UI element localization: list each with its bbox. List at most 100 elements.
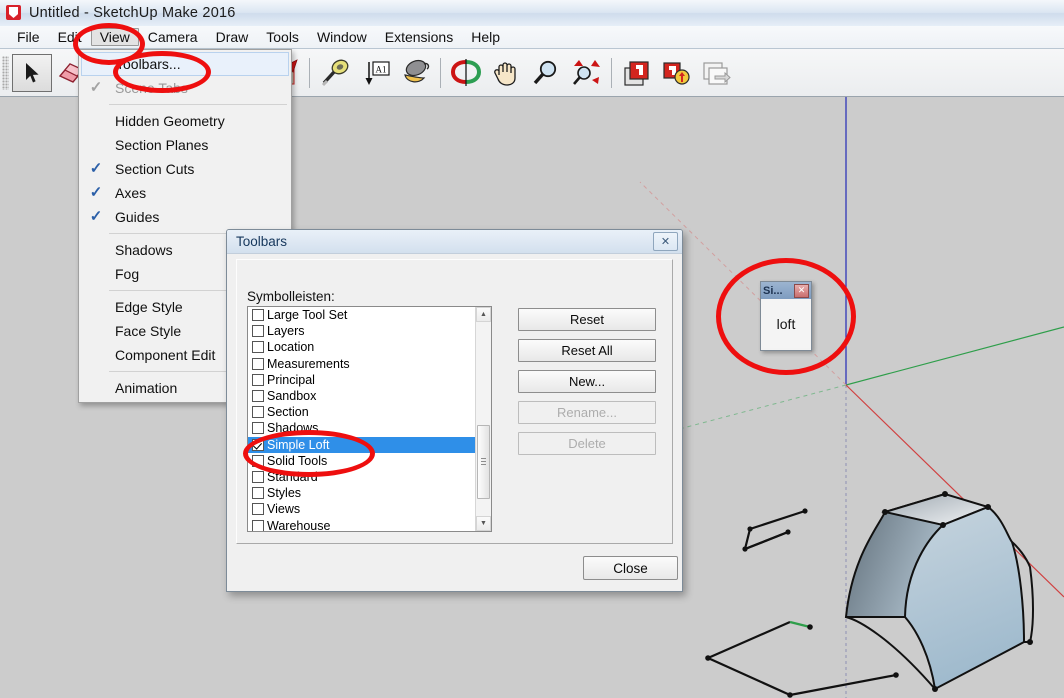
view-menu-item-label: Section Cuts xyxy=(115,161,195,177)
checkbox-icon[interactable] xyxy=(252,470,264,483)
y-axis-solid xyxy=(845,326,1064,386)
view-menu-item-label: Toolbars... xyxy=(116,56,181,72)
checkbox-icon[interactable] xyxy=(252,309,264,322)
view-menu-item-hidden-geometry[interactable]: Hidden Geometry xyxy=(79,109,291,133)
checkbox-icon[interactable] xyxy=(252,390,264,403)
checkbox-icon[interactable] xyxy=(252,422,264,435)
menu-extensions[interactable]: Extensions xyxy=(376,28,462,46)
check-icon: ✓ xyxy=(89,160,103,177)
checkbox-icon[interactable] xyxy=(252,406,264,419)
menu-help[interactable]: Help xyxy=(462,28,509,46)
lower-profile-rectangle xyxy=(707,620,897,697)
view-menu-item-section-planes[interactable]: Section Planes xyxy=(79,133,291,157)
view-menu-item-label: Scene Tabs xyxy=(115,80,188,96)
list-item[interactable]: Location xyxy=(248,339,491,355)
lower-profile-vertices xyxy=(705,624,899,698)
select-tool-button[interactable] xyxy=(12,53,52,92)
check-icon: ✓ xyxy=(89,79,103,96)
list-item[interactable]: Warehouse xyxy=(248,517,491,532)
check-icon: ✓ xyxy=(89,208,103,225)
view-menu-item-guides[interactable]: ✓ Guides xyxy=(79,205,291,229)
menu-view[interactable]: View xyxy=(90,28,139,46)
toolbar-grip[interactable] xyxy=(2,55,9,90)
share-model-button[interactable] xyxy=(657,53,697,93)
list-item[interactable]: Section xyxy=(248,404,491,420)
menu-draw[interactable]: Draw xyxy=(207,28,258,46)
simple-loft-floating-toolbar[interactable]: Si... ✕ loft xyxy=(760,281,812,351)
list-item[interactable]: Views xyxy=(248,501,491,517)
new-button[interactable]: New... xyxy=(518,370,656,393)
svg-text:A1: A1 xyxy=(376,64,387,74)
menu-file[interactable]: File xyxy=(8,28,49,46)
floating-toolbar-titlebar[interactable]: Si... ✕ xyxy=(761,282,811,299)
checkbox-icon[interactable] xyxy=(252,487,264,500)
menu-tools[interactable]: Tools xyxy=(257,28,308,46)
checkbox-icon[interactable] xyxy=(252,357,264,370)
menu-edit[interactable]: Edit xyxy=(49,28,91,46)
zoom-extents-tool-button[interactable] xyxy=(566,53,606,93)
list-item[interactable]: Solid Tools xyxy=(248,453,491,469)
lower-profile-green-edge xyxy=(789,620,811,629)
list-item[interactable]: Sandbox xyxy=(248,388,491,404)
magnifier-zoom-icon xyxy=(533,60,557,84)
view-menu-item-label: Hidden Geometry xyxy=(115,113,225,129)
warehouse-upload-icon xyxy=(663,61,690,85)
list-item[interactable]: Principal xyxy=(248,372,491,388)
zoom-extents-icon xyxy=(573,59,600,85)
toolbars-listbox[interactable]: Large Tool Set Layers Location Measureme… xyxy=(247,306,492,532)
pan-tool-button[interactable] xyxy=(486,53,526,93)
scroll-up-icon[interactable]: ▲ xyxy=(476,307,491,322)
get-models-button[interactable] xyxy=(617,53,657,93)
checkbox-icon[interactable] xyxy=(252,454,264,467)
list-scrollbar[interactable]: ▲ ▼ xyxy=(475,307,491,531)
menu-window[interactable]: Window xyxy=(308,28,376,46)
toolbar-separator-1 xyxy=(309,57,310,88)
checkbox-icon[interactable] xyxy=(252,438,264,451)
menu-camera[interactable]: Camera xyxy=(139,28,207,46)
checkbox-icon[interactable] xyxy=(252,341,264,354)
zoom-tool-button[interactable] xyxy=(526,53,566,93)
view-menu-item-axes[interactable]: ✓ Axes xyxy=(79,181,291,205)
list-item[interactable]: Measurements xyxy=(248,356,491,372)
list-item[interactable]: Styles xyxy=(248,485,491,501)
view-menu-item-label: Face Style xyxy=(115,323,182,339)
checkbox-icon[interactable] xyxy=(252,325,264,338)
list-item[interactable]: Layers xyxy=(248,323,491,339)
rename-button[interactable]: Rename... xyxy=(518,401,656,424)
floating-toolbar-title: Si... xyxy=(763,284,783,297)
list-item-label: Measurements xyxy=(267,356,350,371)
paint-bucket-tool-button[interactable] xyxy=(395,53,435,93)
layout-button[interactable] xyxy=(697,53,737,93)
list-item-simple-loft[interactable]: Simple Loft xyxy=(248,436,491,453)
loft-tool-button[interactable]: loft xyxy=(761,299,811,348)
view-menu-item-toolbars[interactable]: Toolbars... xyxy=(81,52,289,76)
list-item-label: Warehouse xyxy=(267,518,331,532)
checkbox-icon[interactable] xyxy=(252,519,264,531)
reset-all-button[interactable]: Reset All xyxy=(518,339,656,362)
checkbox-icon[interactable] xyxy=(252,373,264,386)
reset-button[interactable]: Reset xyxy=(518,308,656,331)
checkbox-icon[interactable] xyxy=(252,503,264,516)
list-item[interactable]: Standard xyxy=(248,469,491,485)
list-item-label: Simple Loft xyxy=(267,437,330,452)
dialog-titlebar[interactable]: Toolbars ✕ xyxy=(227,230,682,254)
arrow-cursor-icon xyxy=(26,62,39,82)
orbit-tool-button[interactable] xyxy=(446,53,486,93)
dimension-tool-button[interactable]: A1 xyxy=(355,53,395,93)
layout-export-icon xyxy=(703,61,731,85)
view-menu-item-scene-tabs[interactable]: ✓ Scene Tabs xyxy=(79,76,291,100)
list-item[interactable]: Shadows xyxy=(248,420,491,436)
close-icon[interactable]: ✕ xyxy=(794,283,809,298)
view-menu-item-label: Guides xyxy=(115,209,160,225)
list-item-label: Standard xyxy=(267,469,318,484)
tape-measure-tool-button[interactable] xyxy=(315,53,355,93)
delete-button[interactable]: Delete xyxy=(518,432,656,455)
close-icon[interactable]: ✕ xyxy=(653,232,678,251)
scrollbar-thumb[interactable] xyxy=(477,425,490,499)
list-item[interactable]: Large Tool Set xyxy=(248,307,491,323)
tape-measure-icon xyxy=(321,59,349,86)
close-button[interactable]: Close xyxy=(583,556,678,580)
window-title: Untitled - SketchUp Make 2016 xyxy=(29,5,236,21)
view-menu-item-section-cuts[interactable]: ✓ Section Cuts xyxy=(79,157,291,181)
scroll-down-icon[interactable]: ▼ xyxy=(476,516,491,531)
